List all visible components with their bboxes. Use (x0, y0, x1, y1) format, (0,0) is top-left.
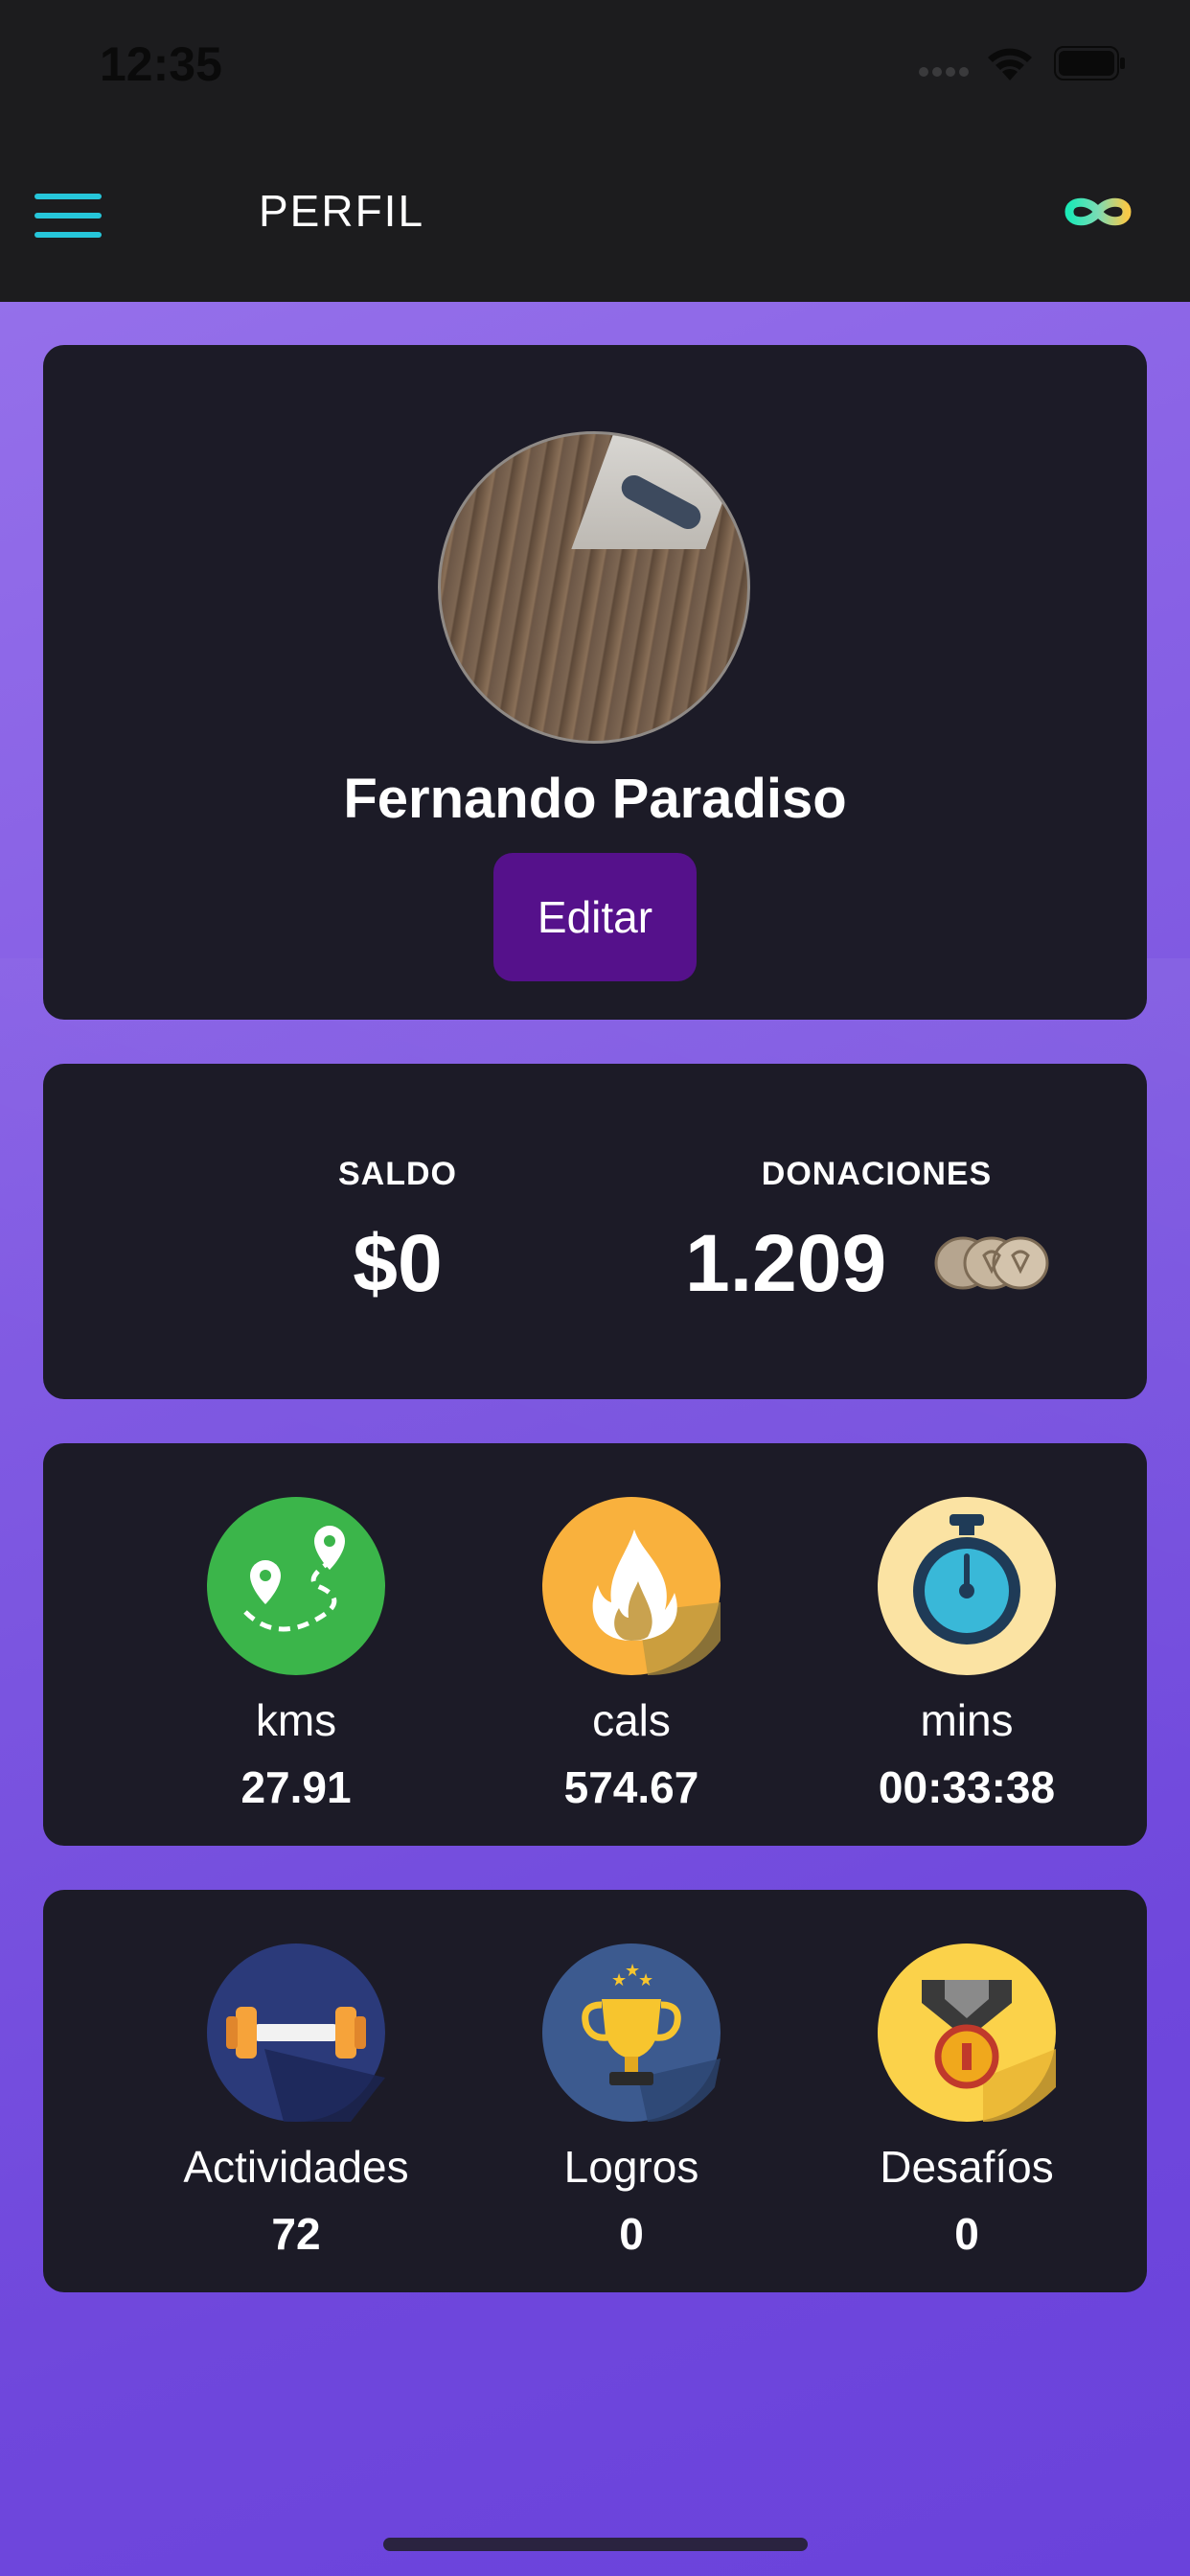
donaciones-section: DONACIONES 1.209 (656, 1064, 1097, 1399)
metric-label: cals (592, 1695, 671, 1745)
donaciones-value: 1.209 (685, 1218, 887, 1308)
hamburger-icon[interactable] (34, 192, 107, 243)
achievement-label: Desafíos (880, 2142, 1054, 2192)
balance-card: SALDO $0 DONACIONES 1.209 (43, 1064, 1147, 1399)
metric-value: 574.67 (563, 1762, 699, 1812)
flame-icon (542, 1497, 721, 1675)
medal-icon (878, 1944, 1056, 2122)
route-map-icon (207, 1497, 385, 1675)
achievement-value: 0 (619, 2209, 644, 2259)
profile-card: Fernando Paradiso Editar (43, 345, 1147, 1020)
metric-label: kms (255, 1695, 337, 1745)
status-time: 12:35 (100, 37, 222, 91)
saldo-label: SALDO (338, 1156, 457, 1192)
svg-text:★: ★ (638, 1970, 653, 1990)
top-nav-bar: PERFIL (0, 134, 1190, 302)
edit-profile-button[interactable]: Editar (493, 853, 697, 981)
cellular-signal-icon (919, 67, 969, 77)
profile-name: Fernando Paradiso (343, 768, 847, 830)
metric-label: mins (920, 1695, 1014, 1745)
status-bar: 12:35 (0, 0, 1190, 134)
saldo-section: SALDO $0 (220, 1064, 575, 1399)
achievements-card: Actividades 72 ★ ★ ★ Logros 0 Desafíos 0 (43, 1890, 1147, 2292)
dumbbell-icon (207, 1944, 385, 2122)
coins-icon (934, 1236, 1049, 1290)
avatar[interactable] (438, 431, 750, 744)
saldo-value: $0 (353, 1218, 443, 1308)
infinity-logo-icon (1064, 197, 1132, 226)
achievement-value: 72 (271, 2209, 321, 2259)
achievement-label: Actividades (183, 2142, 409, 2192)
stopwatch-icon (878, 1497, 1056, 1675)
achievement-value: 0 (954, 2209, 979, 2259)
home-indicator[interactable] (383, 2538, 808, 2551)
metric-value: 00:33:38 (878, 1762, 1056, 1812)
metrics-card: kms 27.91 cals 574.67 mins 00:33:38 (43, 1443, 1147, 1846)
page-title: PERFIL (259, 186, 425, 236)
achievement-label: Logros (563, 2142, 699, 2192)
battery-icon (1054, 46, 1125, 80)
wifi-icon (988, 48, 1032, 80)
donaciones-label: DONACIONES (761, 1156, 993, 1192)
metric-value: 27.91 (240, 1762, 352, 1812)
trophy-icon: ★ ★ ★ (542, 1944, 721, 2122)
